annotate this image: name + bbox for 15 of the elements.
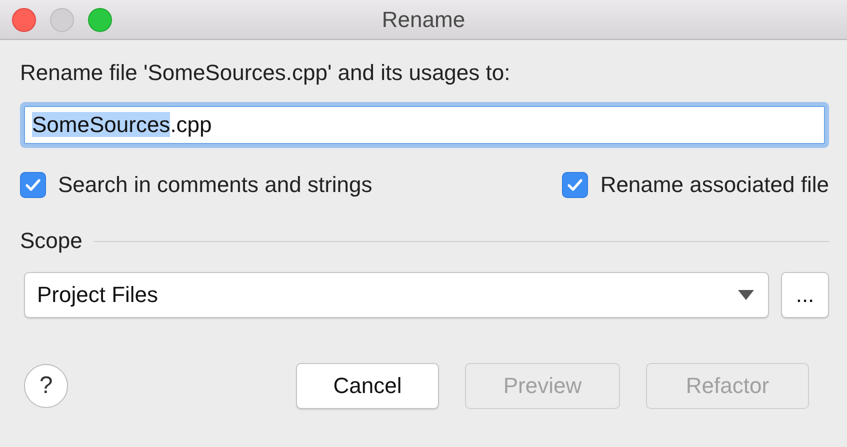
more-button[interactable]: ... [781, 272, 829, 318]
rename-prompt: Rename file 'SomeSources.cpp' and its usages to: [20, 60, 512, 86]
checkbox-icon[interactable] [562, 172, 588, 198]
checkbox-icon[interactable] [20, 172, 46, 198]
help-button[interactable]: ? [24, 364, 68, 408]
scope-label: Scope [20, 228, 82, 254]
name-field[interactable]: SomeSources.cpp [20, 102, 829, 148]
zoom-button[interactable] [88, 8, 112, 32]
option-checkbox[interactable]: Rename associated file [562, 172, 829, 198]
close-button[interactable] [12, 8, 36, 32]
scope-dropdown[interactable]: Project Files [24, 272, 769, 318]
caret-icon [738, 290, 754, 300]
option-checkbox[interactable]: Search in comments and strings [20, 172, 372, 198]
window-title: Rename [382, 6, 466, 32]
dialog-button[interactable]: Cancel [296, 363, 439, 409]
